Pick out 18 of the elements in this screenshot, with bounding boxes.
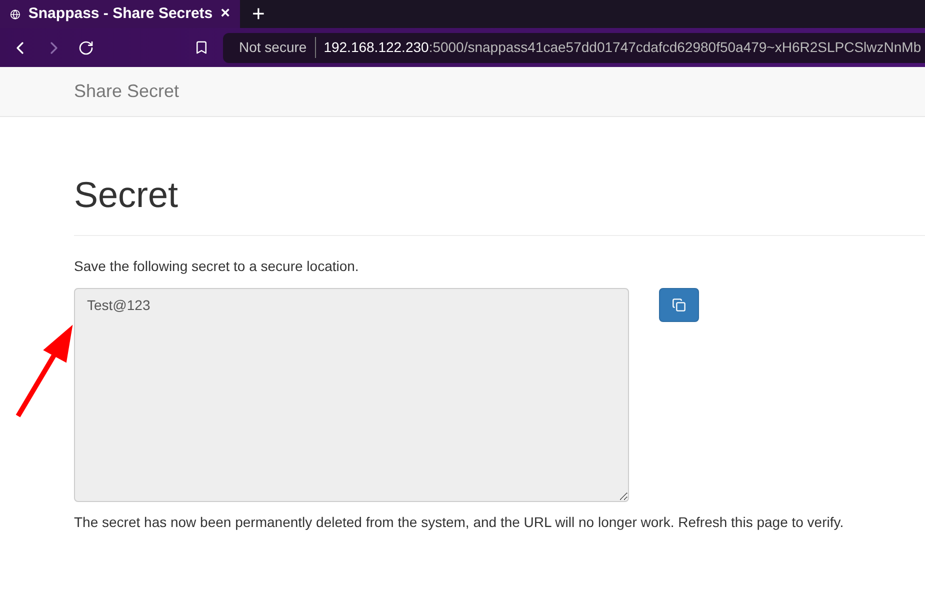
bookmark-icon[interactable] (194, 40, 209, 55)
page-heading: Secret (74, 175, 180, 215)
reload-icon[interactable] (78, 40, 94, 56)
url-host: 192.168.122.230 (324, 38, 429, 57)
new-tab-button[interactable]: + (252, 0, 265, 28)
url-path: :5000/snappass41cae57dd01747cdafcd62980f50a479~xH6R2SLPCSlwzNnMb (428, 38, 922, 57)
copy-icon (672, 298, 686, 312)
browser-tab[interactable]: Snappass - Share Secrets × (0, 0, 240, 28)
tab-close[interactable]: × (220, 2, 230, 26)
secret-field[interactable]: Test@123 (74, 288, 629, 502)
tab-title: Snappass - Share Secrets (28, 4, 213, 24)
globe-icon (10, 6, 20, 22)
security-label: Not secure (239, 37, 316, 58)
copy-button[interactable] (659, 288, 699, 322)
deletion-notice: The secret has now been permanently deleted from the system, and the URL will no longer work. Refresh this page to verify. (74, 513, 845, 532)
instruction-text: Save the following secret to a secure location. (74, 257, 360, 276)
navbar-brand[interactable]: Share Secret (74, 78, 180, 105)
address-bar[interactable]: Not secure 192.168.122.230:5000/snappass41cae57dd01747cdafcd62980f50a479~xH6R2SLPCSlwzNnMb (223, 32, 925, 62)
